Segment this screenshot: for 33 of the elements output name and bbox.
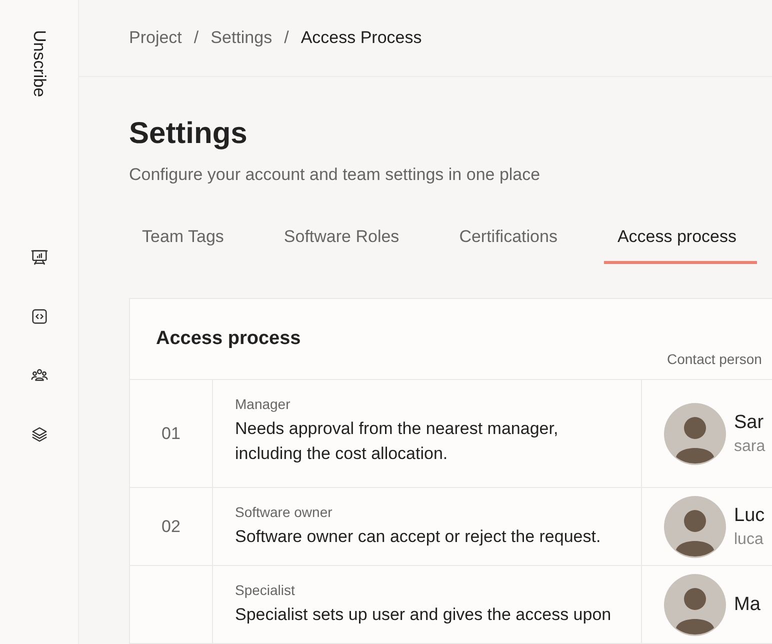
avatar-icon bbox=[664, 496, 726, 558]
contact-name: Ma bbox=[734, 594, 760, 616]
step-number: 01 bbox=[162, 424, 180, 444]
tab[interactable]: Access process bbox=[604, 221, 756, 264]
tab[interactable]: Certifications bbox=[446, 221, 570, 264]
card-title: Access process bbox=[155, 327, 302, 351]
step-number: 02 bbox=[162, 516, 180, 536]
presentation-chart-icon[interactable] bbox=[30, 248, 48, 267]
step-description: Specialist sets up user and gives the access upon bbox=[235, 604, 612, 626]
contact-email: luca bbox=[734, 530, 764, 548]
tab[interactable]: Team Tags bbox=[129, 221, 237, 264]
contact-name: Sar bbox=[734, 412, 765, 434]
breadcrumb-separator: / bbox=[194, 28, 199, 48]
contact-name: Luc bbox=[734, 504, 765, 526]
step-role: Software owner bbox=[235, 504, 334, 520]
page-title: Settings bbox=[129, 117, 248, 151]
step-description: Software owner can accept or reject the request. bbox=[235, 526, 602, 548]
tab[interactable]: Software Roles bbox=[270, 221, 412, 264]
code-icon[interactable] bbox=[30, 307, 48, 326]
breadcrumb-item[interactable]: Project bbox=[129, 28, 182, 48]
step-role: Manager bbox=[235, 396, 292, 412]
column-header: Contact person bbox=[666, 351, 763, 369]
breadcrumb-separator: / bbox=[284, 28, 289, 48]
breadcrumb-item[interactable]: Settings bbox=[210, 28, 272, 48]
layers-icon[interactable] bbox=[30, 425, 48, 444]
brand-logo-text: Unscribe bbox=[29, 30, 49, 100]
avatar-icon bbox=[664, 574, 726, 636]
step-role: Specialist bbox=[235, 582, 296, 598]
avatar-icon bbox=[664, 402, 726, 464]
step-description: Needs approval from the nearest manager, including the cost allocation. bbox=[235, 418, 560, 465]
breadcrumb-item[interactable]: Access Process bbox=[300, 28, 422, 48]
contact-email: sara bbox=[734, 438, 766, 456]
page-subtitle: Configure your account and team settings in one place bbox=[129, 165, 542, 185]
